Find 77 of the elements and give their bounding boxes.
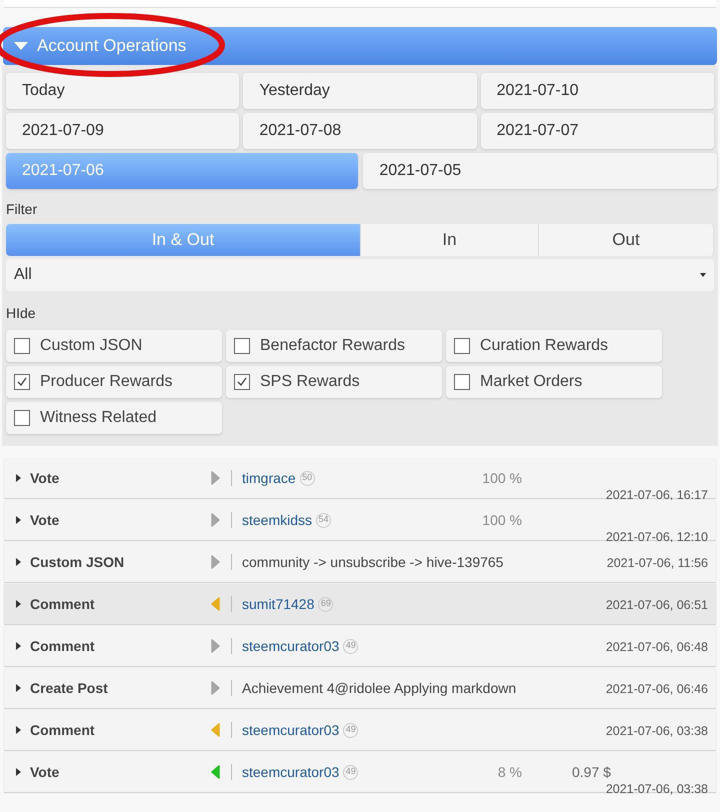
expand-caret-icon[interactable] [16,642,22,650]
reputation-badge: 49 [343,638,358,654]
hide-option[interactable]: SPS Rewards [226,366,442,398]
operation-row[interactable]: Comment steemcurator03 49 2021-07-06, 06:48 [4,626,716,666]
operation-date: 2021-07-06, 03:38 [606,723,708,740]
reputation-badge: 54 [316,512,332,528]
checkbox[interactable] [14,338,30,354]
operation-type: Comment [30,720,96,740]
checked-checkbox[interactable] [14,374,30,390]
operation-type: Vote [30,762,60,782]
vote-amount: 0.97 $ [572,762,611,782]
hide-option[interactable]: Producer Rewards [6,366,222,398]
vote-percent: 100 % [482,468,522,488]
hide-option[interactable]: Witness Related [6,402,222,434]
date-button[interactable]: Yesterday [243,73,477,109]
expand-caret-icon[interactable] [16,474,22,482]
date-button[interactable]: 2021-07-07 [480,113,714,149]
operation-row[interactable]: Vote steemkidss 54 100 % 2021-07-06, 12:10 [4,500,716,540]
account-link[interactable]: steemcurator03 [242,636,340,656]
operation-type: Vote [30,510,60,530]
account-link[interactable]: steemcurator03 [242,762,340,782]
hide-label: HIde [6,304,36,323]
down-triangle-icon [13,41,29,51]
operation-row[interactable]: Comment steemcurator03 49 2021-07-06, 03:38 [4,710,716,750]
reputation-badge: 69 [318,596,334,612]
date-button[interactable]: 2021-07-05 [363,153,718,189]
checkbox[interactable] [14,410,30,426]
account-link[interactable]: steemkidss [242,510,312,530]
operation-type: Vote [30,468,60,488]
checked-checkbox[interactable] [234,374,250,390]
operation-row[interactable]: Create Post Achievement 4@ridolee Applying markdown 2021-07-06, 06:46 [4,668,716,708]
filter-label: Filter [6,200,38,219]
vote-percent: 100 % [482,510,522,530]
operation-row[interactable]: Comment sumit71428 69 2021-07-06, 06:51 [4,584,716,624]
operation-type: Create Post [30,678,109,698]
operation-date: 2021-07-06, 06:51 [606,597,708,614]
date-button[interactable]: Today [6,73,240,109]
filter-tab[interactable]: Out [539,224,714,256]
date-button[interactable]: 2021-07-09 [6,113,240,149]
operation-type: Custom JSON [30,552,126,572]
reputation-badge: 49 [343,764,358,780]
operation-details: Achievement 4@ridolee Applying markdown [242,678,516,698]
account-link[interactable]: timgrace [242,468,296,488]
expand-caret-icon[interactable] [16,558,22,566]
operation-type: Comment [30,594,96,614]
expand-caret-icon[interactable] [16,600,22,608]
expand-caret-icon[interactable] [16,684,22,692]
operation-type: Comment [30,636,96,656]
checkbox[interactable] [234,338,250,354]
check-icon [236,376,248,388]
hide-option[interactable]: Custom JSON [6,330,222,362]
expand-caret-icon[interactable] [16,768,22,776]
account-link[interactable]: sumit71428 [242,594,314,614]
operation-row[interactable]: Vote timgrace 50 100 % 2021-07-06, 16:17 [4,458,716,498]
checkbox[interactable] [454,338,470,354]
operation-date: 2021-07-06, 06:46 [606,681,708,698]
date-button[interactable]: 2021-07-10 [480,73,714,109]
date-button[interactable]: 2021-07-08 [243,113,477,149]
expand-caret-icon[interactable] [16,726,22,734]
hide-option[interactable]: Market Orders [446,366,662,398]
check-icon [16,376,28,388]
hide-option[interactable]: Benefactor Rewards [226,330,442,362]
checkbox[interactable] [454,374,470,390]
account-link[interactable]: steemcurator03 [242,720,340,740]
section-title: Account Operations [37,35,186,58]
operation-details: community -> unsubscribe -> hive-139765 [242,552,504,572]
filter-tab[interactable]: In [361,224,539,256]
vote-percent: 8 % [496,762,522,782]
expand-caret-icon[interactable] [16,516,22,524]
reputation-badge: 49 [343,722,358,738]
operation-date: 2021-07-06, 06:48 [606,639,708,656]
dropdown-caret-icon [700,273,706,277]
hide-option[interactable]: Curation Rewards [446,330,662,362]
operation-row[interactable]: Custom JSON community -> unsubscribe -> hive-139765 2021-07-06, 11:56 [4,542,716,582]
operation-date: 2021-07-06, 11:56 [606,555,708,572]
filter-dropdown[interactable]: All [6,259,714,291]
reputation-badge: 50 [300,470,315,486]
